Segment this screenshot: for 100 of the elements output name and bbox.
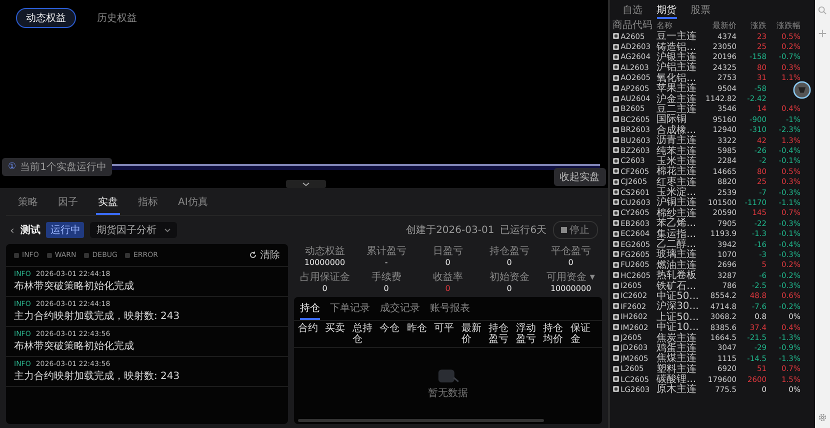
add-icon[interactable] <box>612 292 619 299</box>
panel-tab[interactable]: 策略 <box>16 192 40 215</box>
position-tab[interactable]: 持仓 <box>300 299 320 320</box>
quote-name: 沪银主连 <box>656 52 698 63</box>
add-icon[interactable] <box>612 303 619 310</box>
stat-value: 0 <box>506 258 512 267</box>
panel-tab[interactable]: 因子 <box>56 192 80 215</box>
panel-tab[interactable]: 指标 <box>136 192 160 215</box>
stat-label: 收益率 <box>432 270 463 284</box>
quote-name: 棉纱主连 <box>656 206 698 219</box>
market-tab[interactable]: 自选 <box>622 2 643 19</box>
add-icon[interactable] <box>612 324 619 330</box>
column-header: 最新价 <box>461 323 482 345</box>
add-icon[interactable] <box>612 366 619 372</box>
add-icon[interactable] <box>612 282 619 289</box>
panel-tab[interactable]: 实盘 <box>96 192 120 215</box>
stat-label: 初始资金 <box>489 270 530 284</box>
strategy-select[interactable]: 期货因子分析 <box>90 222 178 238</box>
add-icon[interactable] <box>612 74 619 81</box>
add-icon[interactable] <box>612 168 619 174</box>
add-icon[interactable] <box>612 199 619 206</box>
column-header: 可平 <box>434 323 456 336</box>
add-icon[interactable] <box>612 355 619 362</box>
add-icon[interactable] <box>612 33 619 40</box>
stat-value: 0 <box>384 284 389 293</box>
chevron-down-icon[interactable] <box>286 180 326 188</box>
add-icon[interactable] <box>612 220 619 226</box>
quote-name: 氧化铝... <box>656 72 698 84</box>
add-icon[interactable] <box>612 85 619 92</box>
column-header: 名称 <box>656 20 674 30</box>
scrollbar[interactable] <box>298 419 544 422</box>
stat-value: 0 <box>445 258 450 267</box>
status-badge: 运行中 <box>46 222 84 238</box>
stop-button[interactable]: 停止 <box>552 221 598 239</box>
log-message: 主力合约映射加载完成，映射数: 243 <box>14 370 181 383</box>
quote-name: 中证10... <box>656 321 700 334</box>
column-header: 持仓均价 <box>543 323 564 345</box>
quote-name: 红枣主连 <box>656 176 698 188</box>
refresh-icon <box>249 251 257 259</box>
runtime-text: 已运行6天 <box>500 224 547 237</box>
quote-name: 棉花主连 <box>656 166 698 178</box>
add-icon[interactable] <box>612 126 619 133</box>
column-header: 涨跌 <box>750 20 767 30</box>
add-icon[interactable] <box>612 106 619 112</box>
log-message: 布林带突破策略初始化完成 <box>14 340 135 353</box>
position-tab[interactable]: 成交记录 <box>380 299 420 320</box>
add-icon[interactable] <box>612 158 619 164</box>
add-icon[interactable] <box>612 241 619 247</box>
quote-name: 国际铜 <box>656 114 688 126</box>
add-icon[interactable] <box>612 262 619 268</box>
empty-box-icon <box>436 368 460 384</box>
info-icon: ① <box>8 162 16 172</box>
add-icon[interactable] <box>612 189 619 196</box>
add-icon[interactable] <box>612 272 619 278</box>
quote-name: 原木主连 <box>656 384 698 396</box>
quote-name: 焦煤主连 <box>656 352 698 364</box>
column-header: 浮动盈亏 <box>516 323 537 345</box>
column-header: 商品代码 <box>612 18 654 32</box>
stat-value: 10000000 <box>550 284 592 293</box>
stat-value: 0 <box>322 284 328 293</box>
created-date: 创建于2026-03-01 <box>406 224 494 237</box>
settings-icon[interactable] <box>818 413 828 422</box>
chart-tab[interactable]: 历史权益 <box>88 8 146 28</box>
back-button[interactable]: ‹ <box>10 224 14 236</box>
quote-name: 沪深30... <box>656 300 700 312</box>
add-icon[interactable] <box>612 178 619 185</box>
column-header: 持仓盈亏 <box>488 323 510 345</box>
log-message: 布林带突破策略初始化完成 <box>14 280 135 293</box>
add-icon[interactable] <box>612 230 619 237</box>
quote-name: 沥青主连 <box>656 134 698 146</box>
market-tab[interactable]: 股票 <box>690 2 711 19</box>
stat-label: 累计盈亏 <box>366 244 406 258</box>
position-tab[interactable]: 账号报表 <box>430 299 470 320</box>
add-icon[interactable] <box>612 314 619 320</box>
log-message: 主力合约映射加载完成，映射数: 243 <box>14 310 181 323</box>
clear-button[interactable]: 清除 <box>249 248 280 262</box>
add-icon[interactable] <box>612 44 619 50</box>
add-icon[interactable] <box>612 376 619 382</box>
chart-tab[interactable]: 动态权益 <box>16 8 76 28</box>
add-icon[interactable] <box>612 251 619 258</box>
add-icon[interactable] <box>612 334 619 341</box>
add-icon[interactable] <box>612 210 619 216</box>
stat-value: 0 <box>445 284 450 293</box>
add-icon[interactable] <box>612 64 619 70</box>
quote-name: 铸造铝... <box>656 40 698 53</box>
quote-name: 鸡蛋主连 <box>656 342 698 354</box>
collapse-button[interactable]: 收起实盘 <box>554 168 606 186</box>
add-icon[interactable] <box>612 147 619 154</box>
add-icon[interactable] <box>612 344 619 351</box>
quote-name: 中证50... <box>656 290 700 302</box>
add-icon[interactable] <box>612 386 619 392</box>
add-icon[interactable] <box>612 137 619 144</box>
market-tab[interactable]: 期货 <box>656 2 677 19</box>
add-icon[interactable] <box>612 96 619 102</box>
add-icon[interactable] <box>612 116 619 122</box>
add-icon[interactable] <box>612 54 619 60</box>
position-tab[interactable]: 下单记录 <box>330 299 370 320</box>
column-header: 总持仓 <box>352 323 374 345</box>
panel-tab[interactable]: AI仿真 <box>176 192 210 215</box>
quote-name: 豆二主连 <box>656 104 698 115</box>
